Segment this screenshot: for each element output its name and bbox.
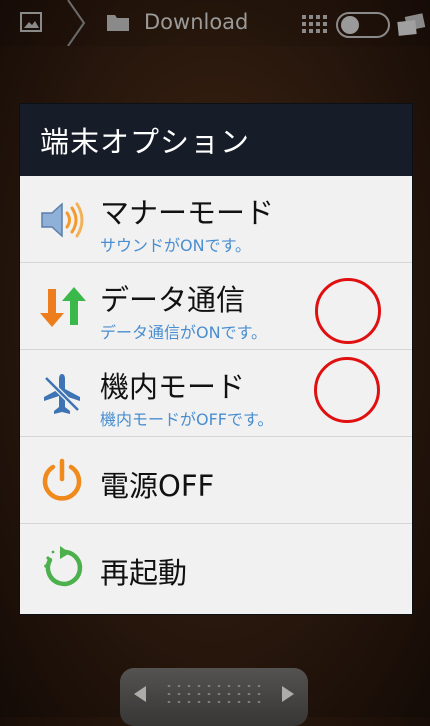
- chevron-right-icon: [67, 0, 86, 46]
- option-label: データ通信: [100, 283, 246, 317]
- bottom-dock-handle[interactable]: [120, 668, 308, 726]
- power-icon: [42, 458, 82, 501]
- option-label: 再起動: [100, 556, 188, 590]
- option-manner-mode[interactable]: マナーモード サウンドがONです。: [20, 176, 412, 263]
- dialog-header: 端末オプション: [20, 104, 412, 176]
- grid-icon[interactable]: [302, 15, 328, 33]
- restart-icon: [44, 546, 83, 587]
- stacked-cards-icon[interactable]: [396, 13, 426, 37]
- toggle-switch[interactable]: [336, 12, 390, 38]
- annotation-circle-data: [315, 278, 381, 344]
- toggle-knob: [341, 16, 359, 34]
- left-arrow-icon: [134, 686, 146, 702]
- option-label: 電源OFF: [100, 469, 215, 503]
- dialog-title: 端末オプション: [40, 125, 251, 159]
- data-transfer-icon: [40, 287, 86, 327]
- gallery-icon[interactable]: [20, 12, 42, 32]
- option-label: マナーモード: [100, 196, 275, 230]
- top-bar: Download: [0, 0, 430, 46]
- option-status: データ通信がONです。: [100, 323, 267, 342]
- airplane-off-icon: [44, 374, 80, 414]
- breadcrumb-current[interactable]: Download: [144, 10, 248, 34]
- right-arrow-icon: [282, 686, 294, 702]
- option-status: サウンドがONです。: [100, 236, 251, 255]
- annotation-circle-airplane: [314, 357, 380, 423]
- option-label: 機内モード: [100, 370, 246, 404]
- speaker-icon: [41, 202, 84, 238]
- dock-grip: [164, 682, 264, 706]
- folder-icon: [107, 15, 129, 31]
- option-restart[interactable]: 再起動: [20, 524, 412, 611]
- option-power-off[interactable]: 電源OFF: [20, 437, 412, 524]
- option-status: 機内モードがOFFです。: [100, 410, 274, 429]
